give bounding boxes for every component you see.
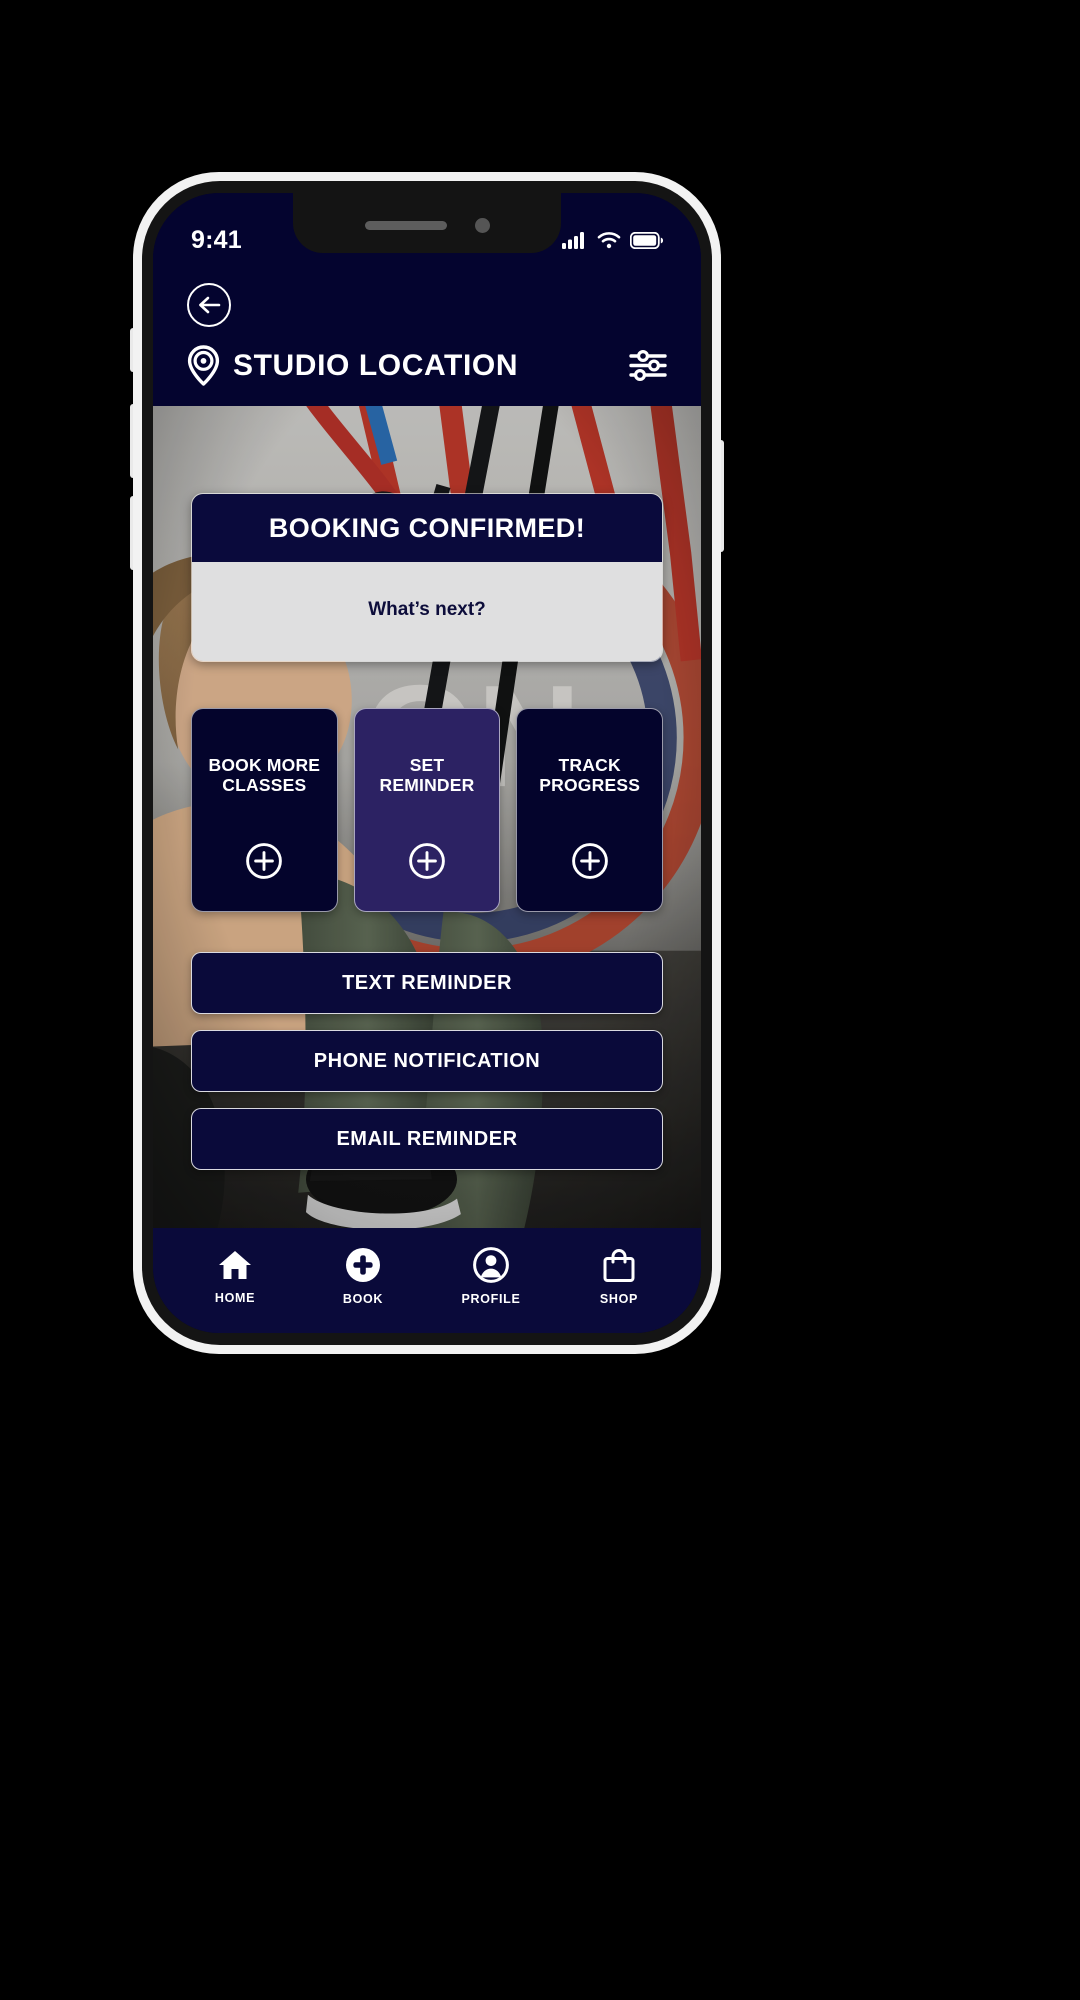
shopping-bag-icon bbox=[603, 1249, 635, 1282]
confirmation-body: What’s next? bbox=[192, 562, 662, 661]
action-cards-row: BOOK MORE CLASSES SET REMINDER TRACK PRO… bbox=[191, 708, 664, 912]
nav-item-label: PROFILE bbox=[461, 1292, 521, 1306]
confirmation-subheading: What’s next? bbox=[368, 599, 486, 620]
nav-item-label: HOME bbox=[214, 1291, 256, 1305]
reminder-options-list: TEXT REMINDER PHONE NOTIFICATION EMAIL R… bbox=[191, 952, 663, 1170]
reminder-option-label: TEXT REMINDER bbox=[342, 971, 512, 994]
confirmation-heading: BOOKING CONFIRMED! bbox=[268, 513, 586, 543]
confirmation-header: BOOKING CONFIRMED! bbox=[192, 494, 662, 562]
action-card-book-more-classes[interactable]: BOOK MORE CLASSES bbox=[191, 708, 338, 912]
location-pin-icon bbox=[187, 345, 220, 386]
action-card-label: SET REMINDER bbox=[379, 755, 475, 796]
back-button[interactable] bbox=[187, 283, 231, 327]
cellular-signal-icon bbox=[562, 232, 584, 249]
back-arrow-icon bbox=[199, 296, 221, 314]
nav-item-book[interactable]: BOOK bbox=[326, 1247, 400, 1306]
screenshot-canvas: ON bbox=[0, 0, 1080, 2000]
page-title: STUDIO LOCATION bbox=[233, 348, 519, 382]
device-notch bbox=[293, 193, 561, 253]
nav-item-profile[interactable]: PROFILE bbox=[454, 1247, 528, 1306]
plus-circle-icon bbox=[408, 842, 446, 885]
page-title-row: STUDIO LOCATION bbox=[187, 345, 667, 386]
plus-circle-icon bbox=[245, 842, 283, 885]
earpiece-speaker bbox=[364, 220, 447, 230]
main-content: BOOKING CONFIRMED! What’s next? BOOK MOR… bbox=[153, 383, 701, 1228]
status-time: 9:41 bbox=[191, 225, 242, 254]
plus-circle-filled-icon bbox=[346, 1248, 380, 1282]
reminder-option-email[interactable]: EMAIL REMINDER bbox=[191, 1108, 663, 1170]
booking-confirmation-card: BOOKING CONFIRMED! What’s next? bbox=[191, 493, 663, 662]
action-card-set-reminder[interactable]: SET REMINDER bbox=[353, 708, 501, 912]
action-card-track-progress[interactable]: TRACK PROGRESS bbox=[516, 708, 664, 912]
reminder-option-label: PHONE NOTIFICATION bbox=[313, 1049, 541, 1072]
nav-item-home[interactable]: HOME bbox=[198, 1248, 272, 1305]
battery-icon bbox=[630, 231, 663, 249]
phone-device-frame: ON bbox=[133, 172, 721, 1354]
nav-item-label: SHOP bbox=[599, 1292, 639, 1306]
action-card-label: TRACK PROGRESS bbox=[539, 755, 641, 796]
nav-item-shop[interactable]: SHOP bbox=[582, 1247, 656, 1306]
phone-body: ON bbox=[142, 181, 712, 1345]
action-card-label: BOOK MORE CLASSES bbox=[208, 755, 321, 796]
app-header: STUDIO LOCATION bbox=[153, 269, 701, 406]
front-camera bbox=[474, 217, 490, 233]
filter-sliders-icon[interactable] bbox=[629, 349, 667, 382]
person-circle-icon bbox=[473, 1247, 509, 1283]
home-icon bbox=[219, 1251, 251, 1279]
wifi-icon bbox=[597, 232, 621, 249]
plus-circle-icon bbox=[571, 842, 609, 885]
reminder-option-text[interactable]: TEXT REMINDER bbox=[191, 952, 663, 1014]
nav-item-label: BOOK bbox=[342, 1292, 384, 1306]
bottom-navigation-bar: HOME BOOK PROFILE SHOP bbox=[153, 1228, 701, 1333]
phone-screen: ON bbox=[153, 193, 701, 1333]
reminder-option-label: EMAIL REMINDER bbox=[336, 1127, 518, 1150]
status-indicators bbox=[562, 231, 663, 249]
reminder-option-phone[interactable]: PHONE NOTIFICATION bbox=[191, 1030, 663, 1092]
